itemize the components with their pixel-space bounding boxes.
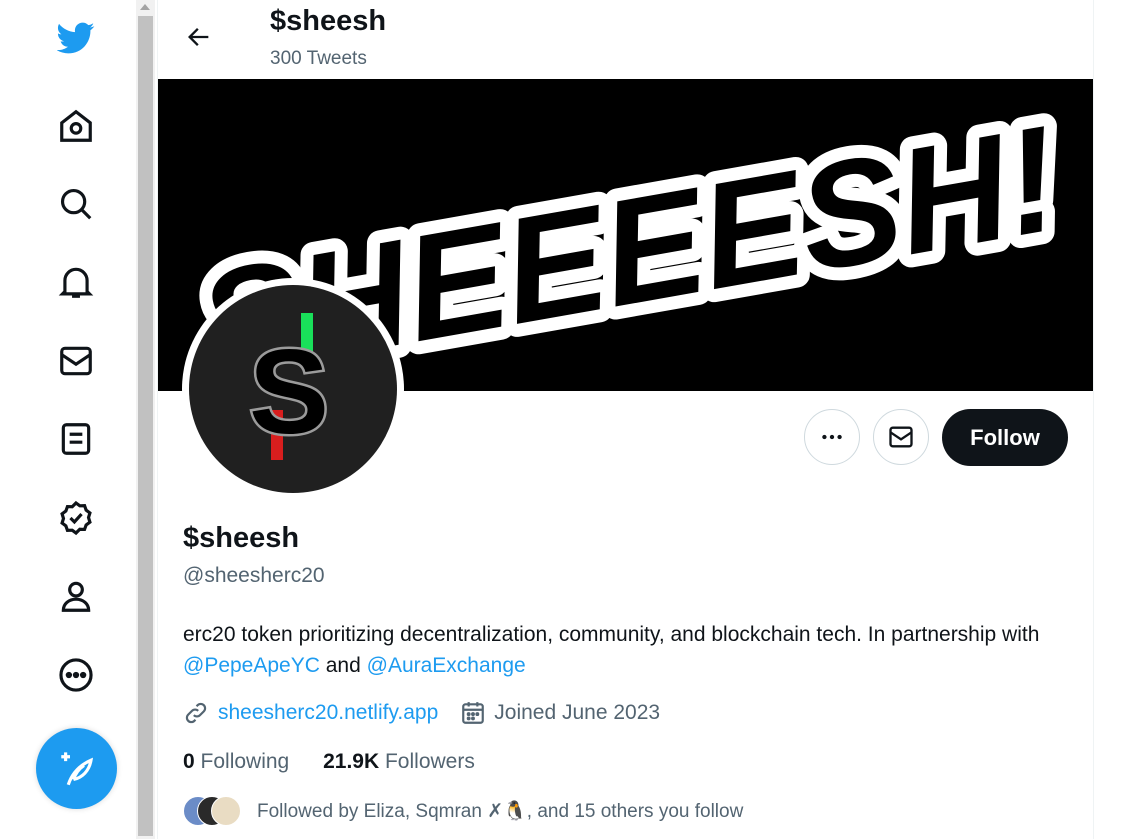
header-tweet-count: 300 Tweets [270,48,367,69]
followed-by-text: Followed by Eliza, Sqmran ✗🐧, and 15 oth… [257,801,744,822]
sidebar [0,0,136,839]
scrollbar-thumb[interactable] [138,16,153,836]
more-options-button[interactable] [804,409,860,465]
arrow-left-icon [188,28,209,46]
ellipsis-icon [822,434,842,440]
profile-bio: erc20 token prioritizing decentralizatio… [183,619,1063,681]
follow-stats: 0 Following 21.9K Followers [183,750,475,774]
website-link[interactable]: sheesherc20.netlify.app [218,701,438,725]
bio-mention-auraexchange[interactable]: @AuraExchange [367,654,526,677]
twitter-logo-icon[interactable] [55,17,97,59]
header-profile-name: $sheesh [270,5,387,37]
mail-icon [889,426,913,448]
avatar[interactable]: S [182,278,404,500]
calendar-icon [462,702,485,724]
following-link[interactable]: 0 Following [183,750,289,773]
dollar-logo-icon: S [246,313,332,462]
compose-tweet-icon [60,751,93,785]
verified-icon[interactable] [55,497,97,539]
follower-avatars [183,796,243,826]
profile-column: $sheesh 300 Tweets SHEEEESH! S Follow $s… [157,0,1094,839]
bio-text: erc20 token prioritizing decentralizatio… [183,623,1040,646]
profile-meta: sheesherc20.netlify.app Joined June 2023 [183,700,660,726]
back-button[interactable] [182,20,216,54]
scrollbar[interactable] [136,0,155,839]
search-icon[interactable] [55,183,97,225]
followers-link[interactable]: 21.9K Followers [323,750,475,773]
bio-mention-pepeapeyc[interactable]: @PepeApeYC [183,654,320,677]
more-icon[interactable] [55,654,97,696]
bio-and: and [319,654,367,677]
followed-by-row[interactable]: Followed by Eliza, Sqmran ✗🐧, and 15 oth… [183,796,743,826]
scroll-up-arrow-icon[interactable] [140,4,150,10]
followers-count: 21.9K [323,750,380,773]
avatar-image: S [189,285,397,493]
lists-icon[interactable] [55,418,97,460]
profile-handle: @sheesherc20 [183,564,325,587]
mail-icon[interactable] [55,340,97,382]
home-icon[interactable] [55,105,97,147]
following-count: 0 [183,750,195,773]
followers-label: Followers [384,750,475,773]
message-button[interactable] [873,409,929,465]
profile-header-bar: $sheesh 300 Tweets [158,0,1093,79]
link-icon [185,702,207,724]
compose-tweet-button[interactable] [36,728,117,809]
follower-avatar [211,796,241,826]
bell-icon[interactable] [55,261,97,303]
joined-date: Joined June 2023 [494,701,661,724]
follow-button[interactable]: Follow [942,409,1068,466]
profile-icon[interactable] [55,575,97,617]
profile-display-name: $sheesh [183,522,300,554]
svg-text:S: S [249,325,329,459]
following-label: Following [200,750,290,773]
